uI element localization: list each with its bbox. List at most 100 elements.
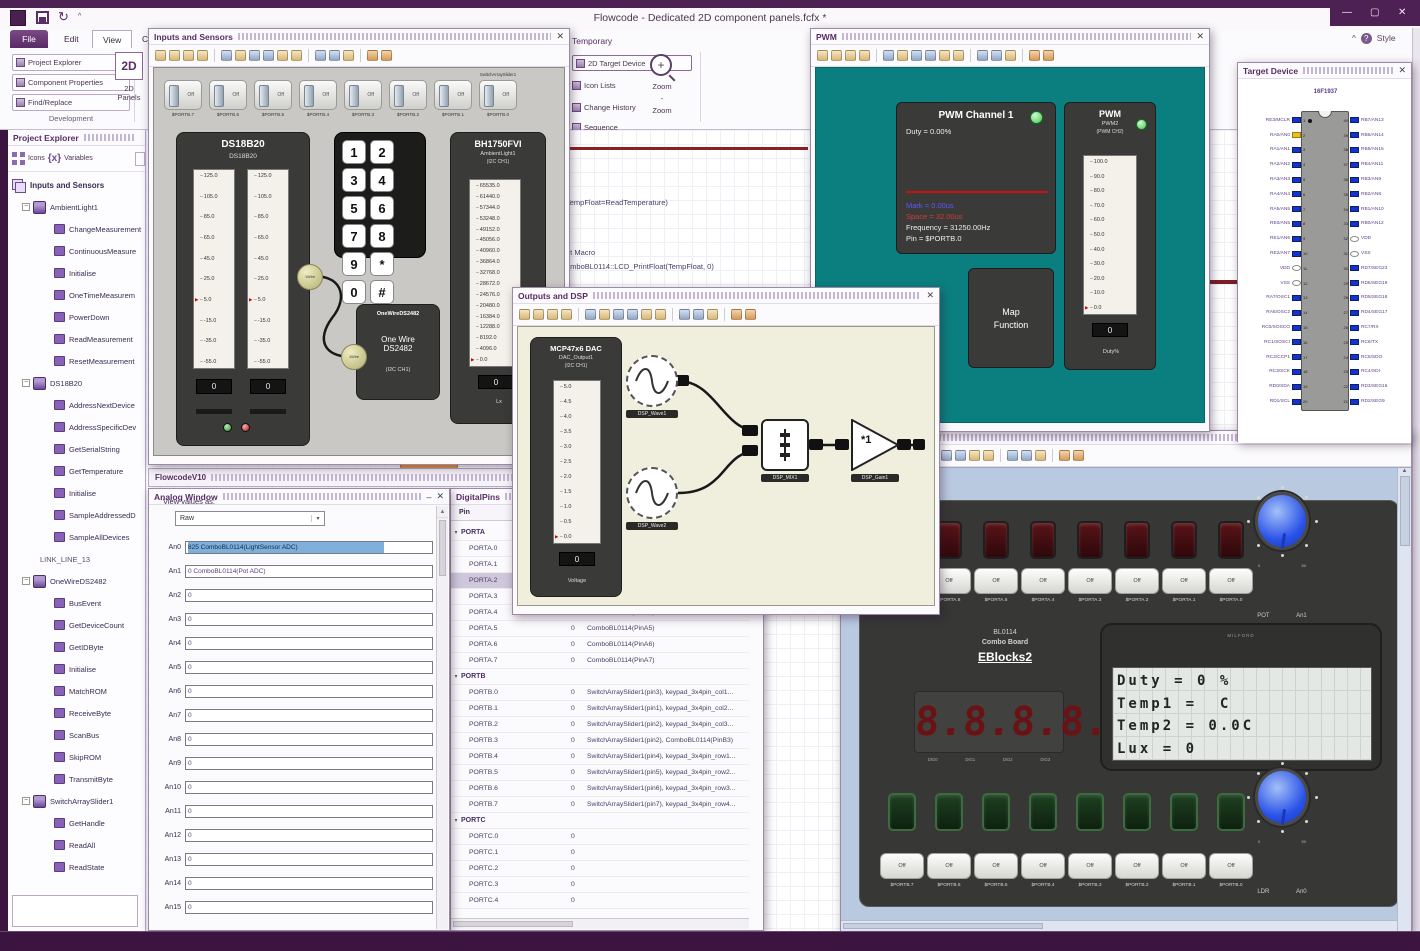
tree-item-sampleaddressedd[interactable]: SampleAddressedD [8,504,145,526]
analog-value-field[interactable]: 0 [185,852,433,866]
dsp-wave1-block[interactable]: DSP_Wave1 [626,355,678,418]
toggle-switch-$PORTB.2[interactable]: Off [389,80,427,110]
tree-item-changemeasurement[interactable]: ChangeMeasurement [8,218,145,240]
select-icon[interactable] [519,309,530,320]
port-group-PORTC[interactable]: ▾ PORTC [451,813,749,829]
board-switch-$PORTB.7[interactable]: Off [880,853,924,879]
mcp47x6-dac-block[interactable]: MCP47x6 DAC DAC_Output1 (I2C CH1) ‒ 5.0 ‒ 4… [530,337,622,597]
select-icon[interactable] [155,50,166,61]
connection-node-1wire[interactable]: 1Wire [341,344,367,370]
digital-pin-row-PORTB.1[interactable]: PORTB.1 0 SwitchArraySlider1(pin1), keypad… [451,701,749,717]
board-switch-$PORTB.5[interactable]: Off [974,853,1018,879]
flip-horizontal-icon[interactable] [939,50,950,61]
tree-item-skiprom[interactable]: SkipROM [8,746,145,768]
analog-value-field[interactable]: 0 ComboBL0114(Pot ADC) [185,564,433,578]
board-switch-$PORTA.0[interactable]: Off [1209,568,1253,594]
flip-horizontal-icon[interactable] [969,450,980,461]
zoom-out-icon[interactable] [381,50,392,61]
minimize-button[interactable]: — [1342,7,1352,18]
ds18b20-block[interactable]: DS18B20 DS18B20 ‒ 125.0 ‒ 105.0 ‒ 85.0 ‒ 65.0 ‒ 4… [176,132,310,446]
analog-vertical-scrollbar[interactable]: ▲ [436,506,448,929]
snap-grid-icon[interactable] [1035,450,1046,461]
flip-vertical-icon[interactable] [953,50,964,61]
expander-icon[interactable]: − [22,203,30,211]
flip-vertical-icon[interactable] [291,50,302,61]
toggle-switch-$PORTB.1[interactable]: Off [434,80,472,110]
tree-item-transmitbyte[interactable]: TransmitByte [8,768,145,790]
tree-item-link_line_13[interactable]: LINK_LINE_13 [8,548,145,570]
tree-item-readstate[interactable]: ReadState [8,856,145,878]
board-switch-$PORTA.4[interactable]: Off [1021,568,1065,594]
zoom-icon[interactable]: + [650,54,672,76]
analog-value-field[interactable]: 0 [185,636,433,650]
tree-item-samplealldevices[interactable]: SampleAllDevices [8,526,145,548]
board-switch-$PORTB.4[interactable]: Off [1021,853,1065,879]
snap-grid-icon[interactable] [707,309,718,320]
board-switch-$PORTA.2[interactable]: Off [1115,568,1159,594]
zoom-out-icon[interactable] [1043,50,1054,61]
tree-item-onewireds2482[interactable]: − OneWireDS2482 [8,570,145,592]
close-icon[interactable]: ✕ [926,290,934,301]
send-back-icon[interactable] [941,450,952,461]
digital-pin-row-PORTB.6[interactable]: PORTB.6 0 SwitchArraySlider1(pin6), keypad… [451,781,749,797]
copy-icon[interactable] [547,309,558,320]
snap-grid-icon[interactable] [1005,50,1016,61]
select-icon[interactable] [817,50,828,61]
2d-target-device-button[interactable]: 2D Target Device [572,55,692,71]
keypad-key-0[interactable]: 0 [342,280,366,304]
outputs-window-caption[interactable]: Outputs and DSP ✕ [513,288,939,304]
toggle-switch-$PORTB.0[interactable]: Off [479,80,517,110]
expander-icon[interactable]: − [22,577,30,585]
project-explorer-button[interactable]: Project Explorer [12,54,130,71]
map-function-block[interactable]: Map Function [968,268,1054,368]
copy-icon[interactable] [845,50,856,61]
close-icon[interactable]: ✕ [436,491,444,502]
board-switch-$PORTA.5[interactable]: Off [974,568,1018,594]
tab-edit[interactable]: Edit [54,30,89,48]
analog-value-field[interactable]: 0 [185,756,433,770]
keypad-key-2[interactable]: 2 [370,140,394,164]
add-component-icon[interactable] [585,309,596,320]
toggle-switch-$PORTB.6[interactable]: Off [209,80,247,110]
tree-item-getserialstring[interactable]: GetSerialString [8,438,145,460]
digital-pin-row-PORTC.0[interactable]: PORTC.0 0 [451,829,749,845]
board-switch-$PORTB.3[interactable]: Off [1068,853,1112,879]
paste-icon[interactable] [197,50,208,61]
analog-value-field[interactable]: 0 [185,588,433,602]
dsp-wave2-block[interactable]: DSP_Wave2 [626,467,678,530]
variables-tab-label[interactable]: Variables [64,155,93,162]
close-button[interactable]: ✕ [1398,7,1406,18]
bring-front-icon[interactable] [897,50,908,61]
minimize-icon[interactable]: – [426,492,431,502]
analog-value-field[interactable]: 0 [185,900,433,914]
dsp-gain-block[interactable]: *1 DSP_Gain1 [851,419,899,482]
maximize-button[interactable]: ▢ [1370,7,1379,18]
analog-value-field[interactable]: 0 [185,876,433,890]
tree-item-gettemperature[interactable]: GetTemperature [8,460,145,482]
titlebar[interactable]: ↻ ^ Flowcode - Dedicated 2D component pa… [0,8,1420,30]
tab-view[interactable]: View [92,30,133,48]
bring-front-icon[interactable] [599,309,610,320]
keypad-key-*[interactable]: * [370,252,394,276]
analog-value-field[interactable]: 0 [185,660,433,674]
digital-pin-row-PORTB.5[interactable]: PORTB.5 0 SwitchArraySlider1(pin5), keypad… [451,765,749,781]
toggle-switch-$PORTB.7[interactable]: Off [164,80,202,110]
tree-item-addressspecificdev[interactable]: AddressSpecificDev [8,416,145,438]
inputs-window-caption[interactable]: Inputs and Sensors ✕ [149,29,569,45]
target-device-caption[interactable]: Target Device ✕ [1238,63,1411,79]
keypad-key-1[interactable]: 1 [342,140,366,164]
analog-value-field[interactable]: 0 [185,732,433,746]
ldr-knob[interactable] [1244,759,1320,835]
tree-item-busevent[interactable]: BusEvent [8,592,145,614]
rotate-icon[interactable] [955,450,966,461]
expander-icon[interactable]: − [22,379,30,387]
analog-value-field[interactable]: 0 [185,684,433,698]
toggle-switch-$PORTB.4[interactable]: Off [299,80,337,110]
digital-horizontal-scrollbar[interactable] [451,918,749,929]
icons-tab-icon[interactable] [12,152,25,165]
pan-icon[interactable] [831,50,842,61]
clipped-tab-icon[interactable] [135,151,145,166]
close-icon[interactable]: ✕ [1196,31,1204,42]
send-back-icon[interactable] [249,50,260,61]
flip-vertical-icon[interactable] [655,309,666,320]
